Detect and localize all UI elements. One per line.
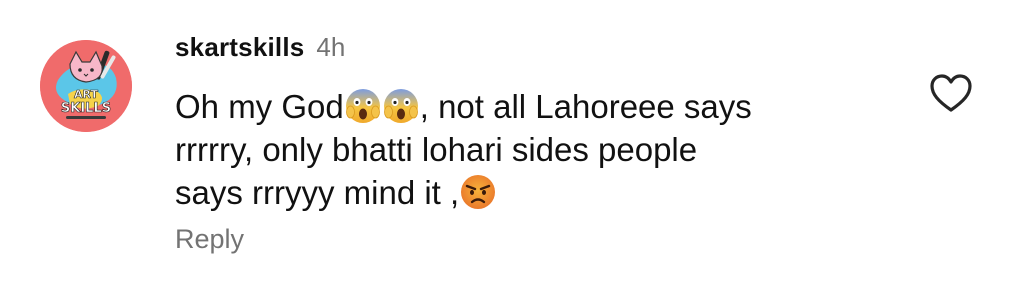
comment-text-segment: says rrryyy mind it , xyxy=(175,174,460,211)
art-skills-logo: ART SKILLS xyxy=(40,40,132,132)
reply-button[interactable]: Reply xyxy=(175,224,244,255)
username[interactable]: skartskills xyxy=(175,32,304,63)
comment-text: Oh my God , not all Lahoreee says rrrrry,… xyxy=(175,85,875,214)
comment-header: skartskills 4h xyxy=(175,32,345,68)
avatar[interactable]: ART SKILLS xyxy=(40,40,132,132)
logo-text-top: ART xyxy=(74,88,98,101)
angry-face-emoji xyxy=(459,173,497,211)
timestamp: 4h xyxy=(316,32,346,62)
heart-outline-icon[interactable] xyxy=(928,72,974,114)
logo-text-bottom: SKILLS xyxy=(61,101,111,116)
comment-line-1: Oh my God , not all Lahoreee says xyxy=(175,85,875,128)
comment-text-segment: Oh my God xyxy=(175,88,344,125)
comment-line-3: says rrryyy mind it , xyxy=(175,171,875,214)
comment-text-segment: , not all Lahoreee says xyxy=(419,88,752,125)
comment-line-2: rrrrry, only bhatti lohari sides people xyxy=(175,131,698,168)
face-screaming-in-fear-emoji xyxy=(344,87,382,125)
face-screaming-in-fear-emoji xyxy=(382,87,420,125)
comment: ART SKILLS skartskills 4h Oh my God , not… xyxy=(0,0,1024,283)
